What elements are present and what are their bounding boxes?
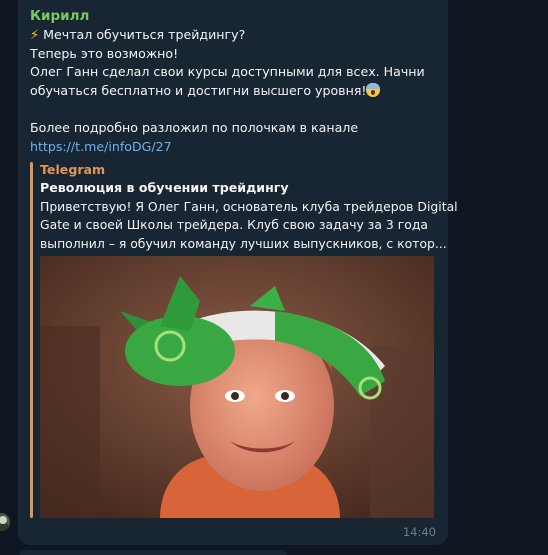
message-bubble[interactable]: Кирилл ⚡ Мечтал обучиться трейдингу? Теп…	[18, 0, 458, 545]
message-line-3: Олег Ганн сделал свои курсы доступными д…	[30, 64, 425, 80]
link-preview[interactable]: Telegram Революция в обучении трейдингу …	[30, 160, 458, 520]
sender-name[interactable]: Кирилл	[30, 8, 89, 24]
message-text: ⚡ Мечтал обучиться трейдингу? Теперь это…	[30, 26, 440, 156]
message-line-1-text: Мечтал обучиться трейдингу?	[43, 27, 246, 42]
message-line-6: Более подробно разложил по полочкам в ка…	[30, 119, 359, 135]
preview-photo[interactable]	[40, 256, 434, 518]
message-line-1: ⚡ Мечтал обучиться трейдингу?	[30, 26, 440, 45]
preview-description: Приветствую! Я Олег Ганн, основатель клу…	[40, 198, 458, 253]
sender-avatar[interactable]	[0, 513, 10, 531]
lightning-icon: ⚡	[30, 28, 40, 43]
preview-desc-line-1: Приветствую! Я Олег Ганн, основатель клу…	[40, 199, 458, 214]
chat-area: Кирилл ⚡ Мечтал обучиться трейдингу? Теп…	[0, 0, 548, 555]
next-message-bubble[interactable]	[18, 550, 288, 555]
preview-desc-line-3: выполнил – я обучил команду лучших выпус…	[40, 235, 447, 251]
message-time: 14:40	[402, 525, 436, 539]
message-line-4-text: обучаться бесплатно и достигни высшего у…	[30, 82, 367, 98]
preview-accent-bar	[30, 162, 33, 518]
channel-link[interactable]: https://t.me/infoDG/27	[30, 138, 440, 157]
message-line-4: обучаться бесплатно и достигни высшего у…	[30, 82, 440, 101]
message-line-2: Теперь это возможно!	[30, 45, 179, 61]
preview-site-name: Telegram	[40, 162, 106, 177]
message-line-5	[30, 100, 440, 119]
screaming-face-icon	[366, 82, 381, 97]
preview-desc-line-2: Gate и своей Школы трейдера. Клуб свою з…	[40, 217, 428, 233]
preview-title: Революция в обучении трейдингу	[40, 180, 289, 195]
